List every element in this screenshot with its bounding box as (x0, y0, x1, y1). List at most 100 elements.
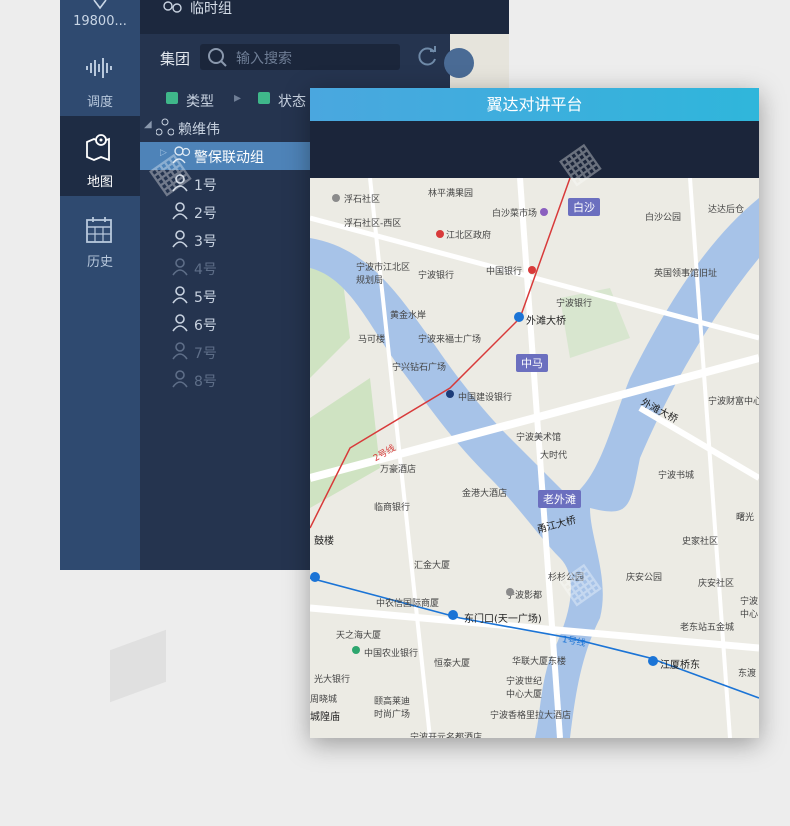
member-label: 3号 (194, 234, 217, 250)
map-district-badge: 中马 (516, 354, 548, 372)
nav-map[interactable]: 地图 (60, 116, 140, 196)
map-label: 宁波银行 (418, 271, 455, 281)
map-label: 宁波中心 (740, 597, 759, 620)
poi-icon[interactable] (528, 266, 536, 274)
map-label: 白沙菜市场 (492, 209, 538, 219)
map-pin-icon (86, 134, 110, 162)
refresh-icon[interactable] (416, 46, 438, 68)
tree-root-label: 赖维伟 (178, 122, 220, 138)
user-icon (93, 0, 107, 10)
member-label: 2号 (194, 206, 217, 222)
member-label: 7号 (194, 346, 217, 362)
type-filter-icon (166, 92, 178, 104)
nav-dispatch[interactable]: 调度 (60, 36, 140, 116)
map-label: 史家社区 (682, 537, 719, 547)
search-icon (208, 48, 227, 67)
map-label: 庆安社区 (698, 579, 735, 589)
group-label: 集团 (160, 50, 191, 68)
metro-station-icon[interactable] (514, 312, 524, 322)
org-icon (156, 118, 174, 136)
map-label: 东门口(天一广场) (464, 614, 542, 625)
map-label: 中国农业银行 (364, 649, 419, 659)
map-label: 宁波财富中心 (708, 397, 759, 407)
search-box[interactable]: 输入搜索 (200, 44, 400, 70)
poi-icon[interactable] (506, 588, 514, 596)
map-label: 马可楼 (358, 335, 386, 345)
map-label: 宁波香格里拉大酒店 (490, 711, 572, 721)
waveform-icon (86, 58, 112, 78)
poi-icon[interactable] (436, 230, 444, 238)
watermark-logo (110, 629, 166, 703)
filter-status[interactable]: 状态 (278, 91, 306, 111)
map-district-badge: 白沙 (568, 198, 600, 216)
map-label: 中农信国际商厦 (376, 599, 440, 609)
map-label: 老东站五金城 (680, 623, 735, 633)
poi-icon[interactable] (352, 646, 360, 654)
metro-station-icon[interactable] (448, 610, 458, 620)
map-label: 白沙公园 (645, 213, 682, 223)
map-label: 英国领事馆旧址 (654, 269, 718, 279)
map-label: 黄金水岸 (390, 311, 427, 321)
map-label: 中国银行 (486, 267, 523, 277)
person-icon (172, 286, 188, 304)
map-label: 宁波美术馆 (516, 433, 562, 443)
user-id: 19800... (73, 14, 127, 29)
member-label: 8号 (194, 374, 217, 390)
expand-icon[interactable]: ◢ (144, 119, 152, 130)
map-label: 东渡 (738, 669, 757, 679)
map-label: 万豪酒店 (380, 465, 417, 475)
nav-map-label: 地图 (86, 175, 113, 190)
member-label: 1号 (194, 178, 217, 194)
metro-station-icon[interactable] (648, 656, 658, 666)
chevron-right-icon[interactable]: ▸ (234, 90, 241, 106)
map-label: 恒泰大厦 (434, 659, 471, 669)
selected-group-label: 警保联动组 (194, 150, 264, 166)
person-icon (172, 258, 188, 276)
map-label: 宁波来福士广场 (418, 335, 482, 345)
temp-group-label: 临时组 (190, 1, 232, 17)
map-label: 庆安公园 (626, 573, 663, 583)
poi-icon[interactable] (332, 194, 340, 202)
map-label: 宁波银行 (556, 299, 593, 309)
map-label: 中国建设银行 (458, 393, 513, 403)
map-label: 宁波开元名都酒店 (410, 733, 483, 738)
person-icon (172, 202, 188, 220)
map-view[interactable]: 浮石社区 林平满果园 白沙菜市场 白沙 白沙公园 达达后仓 浮石社区-西区 江北… (310, 178, 759, 738)
map-label: 鼓楼 (314, 536, 334, 547)
front-window: 翼达对讲平台 浮石社区 林平满果园 白沙菜市场 白沙 白沙公园 达达后仓 浮石社… (310, 88, 759, 738)
calendar-icon (86, 217, 112, 243)
map-label: 曙光 (736, 513, 755, 523)
temp-group-row[interactable]: 临时组 (140, 0, 509, 34)
person-icon (172, 230, 188, 248)
temp-group-icon (163, 1, 182, 13)
map-label: 林平满果园 (428, 189, 474, 199)
map-label: 浮石社区 (344, 195, 381, 205)
map-label: 江厦桥东 (660, 660, 700, 671)
filter-type[interactable]: 类型 (186, 91, 214, 111)
map-label: 华联大厦东楼 (512, 657, 567, 667)
map-label: 临商银行 (374, 503, 411, 513)
poi-icon[interactable] (446, 390, 454, 398)
search-input[interactable]: 输入搜索 (236, 48, 292, 68)
map-float-button[interactable] (444, 48, 474, 78)
map-label: 宁波世纪中心大厦 (506, 677, 543, 700)
person-icon (172, 370, 188, 388)
map-toolbar (310, 121, 759, 178)
nav-dispatch-label: 调度 (86, 95, 113, 110)
status-filter-icon (258, 92, 270, 104)
user-id-area[interactable]: 19800... (60, 0, 140, 36)
side-nav: 19800... 调度 地图 历史 (60, 0, 140, 570)
map-label: 浮石社区-西区 (344, 219, 402, 229)
poi-icon[interactable] (540, 208, 548, 216)
map-label: 光大银行 (314, 675, 351, 685)
map-label: 大时代 (540, 451, 568, 461)
map-label: 宁兴钻石广场 (392, 363, 447, 373)
person-icon (172, 342, 188, 360)
map-label: 宁波书城 (658, 471, 695, 481)
nav-history-label: 历史 (86, 255, 113, 270)
map-label: 外滩大桥 (526, 316, 566, 327)
map-district-badge: 老外滩 (538, 490, 581, 508)
map-label: 宁波市江北区规划局 (356, 263, 411, 286)
nav-history[interactable]: 历史 (60, 196, 140, 276)
metro-station-icon[interactable] (310, 572, 320, 582)
